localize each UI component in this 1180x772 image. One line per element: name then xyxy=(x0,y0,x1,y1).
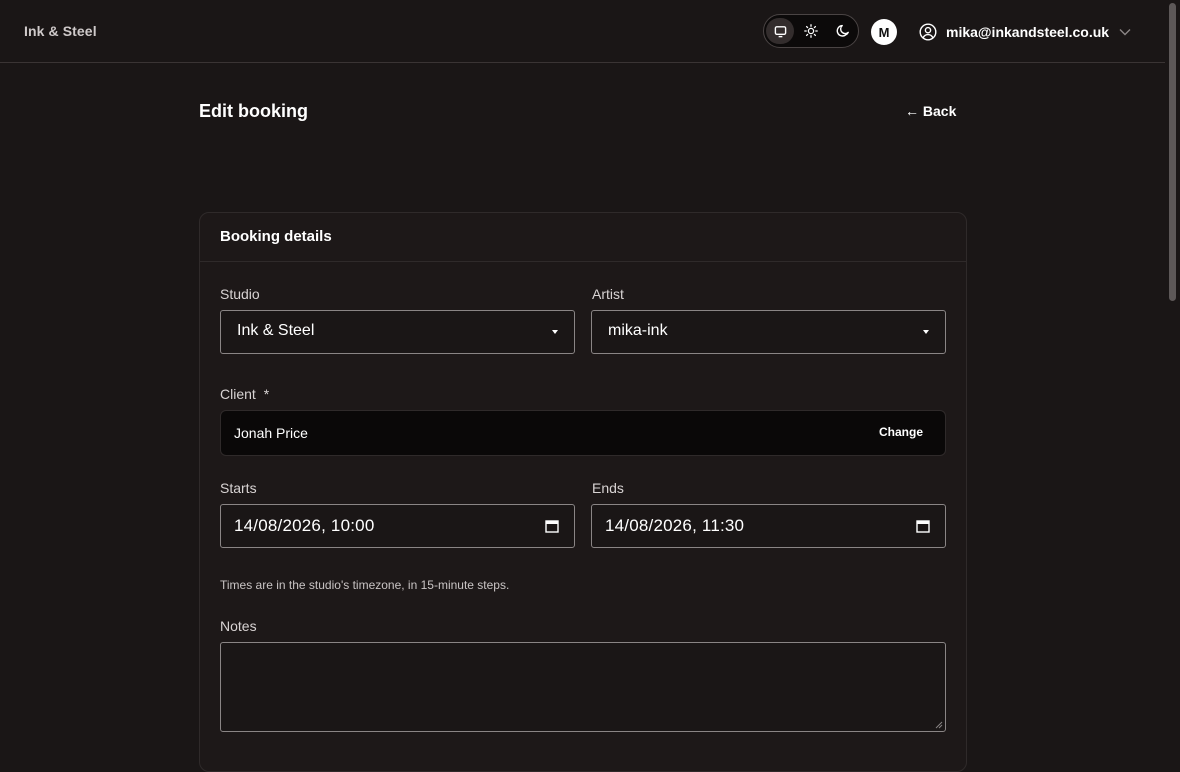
resize-handle-icon[interactable] xyxy=(935,721,943,729)
moon-icon xyxy=(836,24,849,37)
back-label: ← Back xyxy=(905,103,957,119)
starts-input[interactable]: 14/08/2026, 10:00 xyxy=(220,504,575,548)
artist-label: Artist xyxy=(592,286,624,302)
back-link[interactable]: ← Back xyxy=(905,103,956,119)
studio-value: Ink & Steel xyxy=(237,322,315,339)
user-email: mika@inkandsteel.co.uk xyxy=(946,24,1110,40)
starts-label: Starts xyxy=(220,480,257,496)
top-bar: Ink & Steel M mika@inkandsteel.co.uk xyxy=(0,0,1165,63)
studio-select[interactable]: Ink & Steel xyxy=(220,310,575,354)
user-circle-icon xyxy=(919,23,937,41)
timezone-hint: Times are in the studio's timezone, in 1… xyxy=(220,578,510,592)
chevron-down-icon xyxy=(1119,29,1131,36)
avatar[interactable]: M xyxy=(871,19,897,45)
booking-details-card: Booking details Studio Ink & Steel Artis… xyxy=(199,212,967,772)
change-client-button[interactable]: Change xyxy=(879,425,923,439)
client-name: Jonah Price xyxy=(234,425,308,441)
calendar-icon[interactable] xyxy=(545,519,559,533)
theme-dark-button[interactable] xyxy=(829,18,857,44)
dropdown-caret-icon xyxy=(552,330,558,334)
scrollbar-thumb[interactable] xyxy=(1169,3,1176,301)
calendar-icon[interactable] xyxy=(916,519,930,533)
artist-value: mika-ink xyxy=(608,322,668,339)
sun-icon xyxy=(804,24,818,38)
ends-value: 14/08/2026, 11:30 xyxy=(605,516,745,535)
client-label-text: Client xyxy=(220,386,256,402)
artist-select[interactable]: mika-ink xyxy=(591,310,946,354)
required-marker: * xyxy=(263,386,270,402)
studio-label: Studio xyxy=(220,286,260,302)
user-menu[interactable]: mika@inkandsteel.co.uk xyxy=(919,21,1131,43)
ends-label: Ends xyxy=(592,480,624,496)
notes-textarea[interactable] xyxy=(220,642,946,732)
page-title: Edit booking xyxy=(199,101,308,121)
monitor-icon xyxy=(774,25,786,37)
ends-input[interactable]: 14/08/2026, 11:30 xyxy=(591,504,946,548)
theme-system-button[interactable] xyxy=(766,18,794,44)
theme-light-button[interactable] xyxy=(797,18,825,44)
starts-value: 14/08/2026, 10:00 xyxy=(234,516,375,535)
dropdown-caret-icon xyxy=(923,330,929,334)
brand-name[interactable]: Ink & Steel xyxy=(24,23,97,39)
card-title: Booking details xyxy=(220,228,332,245)
client-field: Jonah Price Change xyxy=(220,410,946,456)
card-header: Booking details xyxy=(200,213,966,262)
client-label: Client * xyxy=(220,386,269,402)
notes-label: Notes xyxy=(220,618,257,634)
theme-switcher xyxy=(763,14,859,48)
